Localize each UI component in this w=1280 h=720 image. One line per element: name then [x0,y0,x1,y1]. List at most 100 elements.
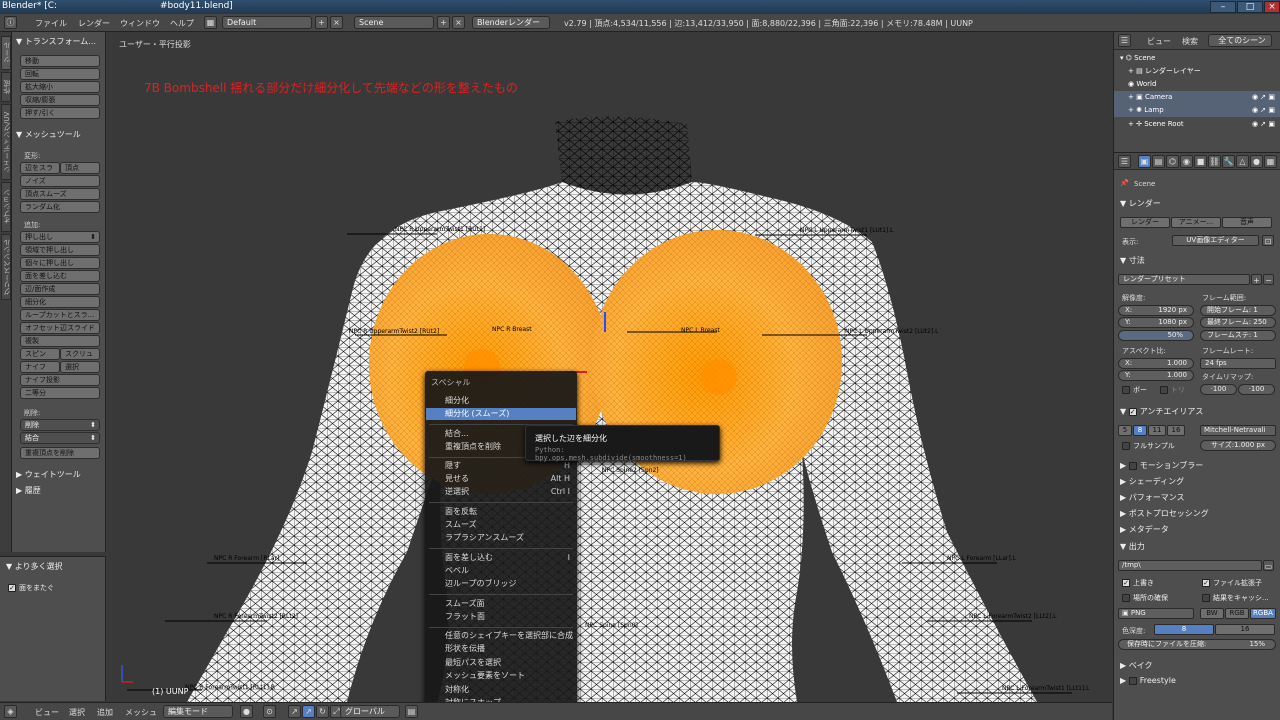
viewport-shading-icon[interactable]: ● [240,705,253,718]
rotate-button[interactable]: 回転 [20,68,100,80]
dimensions-panel-header[interactable]: ▼ 寸法 [1120,255,1145,266]
display-mode-selector[interactable]: UV画像エディター [1172,235,1259,246]
menu-mesh[interactable]: メッシュ [125,707,157,718]
shrink-fatten-button[interactable]: 収縮/膨張 [20,94,100,106]
menu-view[interactable]: ビュー [35,707,59,718]
knife-select-button[interactable]: 選択 [60,361,100,373]
push-pull-button[interactable]: 押す/引く [20,107,100,119]
scene-tab-icon[interactable]: ⌬ [1166,155,1179,168]
vertex-slide-button[interactable]: 頂点 [60,162,100,174]
frame-start-field[interactable]: 開始フレーム: 1 [1200,305,1276,316]
3d-viewport[interactable]: ユーザー・平行投影 7B Bombshell 揺れる部分だけ細分化して先端などの… [107,32,1112,702]
aa-samples-5[interactable]: 5 [1118,425,1132,436]
outliner-item-render-layers[interactable]: + ▤ レンダーレイヤー [1128,65,1201,78]
menu-item-flip-normals[interactable]: 面を反転 [426,506,576,518]
translate-button[interactable]: 移動 [20,55,100,67]
resolution-x-field[interactable]: X: 1920 px [1118,305,1194,316]
menu-file[interactable]: ファイル [35,18,67,29]
menu-item-symmetrize[interactable]: 対称化 [426,684,576,696]
freestyle-panel-header[interactable]: ▶ Freestyle [1120,676,1176,685]
menu-item-subdivide-smooth[interactable]: 細分化 (スムーズ) [426,408,576,420]
tab-create[interactable]: 作成 [1,72,11,102]
remap-new-field[interactable]: ·100 [1238,384,1275,395]
shading-panel-header[interactable]: ▶ シェーディング [1120,476,1184,487]
tab-options[interactable]: オプション [1,182,11,232]
extrude-dropdown[interactable]: 押し出し ⬍ [20,231,100,243]
properties-editor-icon[interactable]: ☰ [1118,155,1131,168]
resolution-percentage-slider[interactable]: 50% [1118,330,1194,341]
aa-samples-16[interactable]: 16 [1167,425,1185,436]
spin-button[interactable]: スピン [20,348,60,360]
menu-item-shade-smooth[interactable]: スムーズ面 [426,598,576,610]
edge-slide-button[interactable]: 辺をスラ [20,162,60,174]
outliner-item-camera[interactable]: + ▣ Camera ◉ ➚ ▣ [1114,91,1280,104]
menu-render[interactable]: レンダー [78,18,110,29]
knife-button[interactable]: ナイフ [20,361,60,373]
fps-selector[interactable]: 24 fps [1200,358,1276,369]
border-checkbox[interactable]: ボー [1122,385,1147,395]
screw-button[interactable]: スクリュ [60,348,100,360]
crop-checkbox[interactable]: トリ [1160,385,1185,395]
menu-item-shortest-path[interactable]: 最短パスを選択 [426,657,576,669]
motion-blur-panel-header[interactable]: ▶ モーションブラー [1120,460,1203,471]
smooth-vertex-button[interactable]: 頂点スムーズ [20,188,100,200]
make-edge-face-button[interactable]: 辺/面作成 [20,283,100,295]
aa-samples-8[interactable]: 8 [1133,425,1147,436]
outliner-menu-search[interactable]: 検索 [1182,36,1198,47]
frame-end-field[interactable]: 最終フレーム: 250 [1200,317,1276,328]
menu-item-sort-elements[interactable]: メッシュ要素をソート [426,670,576,682]
panel-mesh-tools-header[interactable]: ▼ メッシュツール [16,129,81,140]
color-mode-rgba[interactable]: RGBA [1250,608,1276,619]
loop-cut-slide-button[interactable]: ループカットとスラ... [20,309,100,321]
outliner-display-mode[interactable]: 全てのシーン [1208,34,1272,47]
aspect-x-field[interactable]: X: 1.000 [1118,358,1194,369]
render-layers-tab-icon[interactable]: ▤ [1152,155,1165,168]
visibility-eye-icon[interactable]: ◉ ➚ ▣ [1252,118,1275,131]
manipulator-icon[interactable]: ↗ [288,705,301,718]
duplicate-button[interactable]: 複製 [20,335,100,347]
scene-add-icon[interactable]: + [437,16,450,29]
outliner-item-scene-root[interactable]: + ✢ Scene Root ◉ ➚ ▣ [1128,118,1280,131]
rotate-manipulator-icon[interactable]: ↻ [316,705,329,718]
scene-remove-icon[interactable]: × [452,16,465,29]
preset-add-icon[interactable]: + [1251,274,1262,285]
menu-item-shape-propagate[interactable]: 形状を伝播 [426,643,576,655]
minimize-button[interactable]: – [1210,1,1236,13]
extrude-individual-button[interactable]: 個々に押し出し [20,257,100,269]
cache-result-checkbox[interactable]: 結果をキャッシ... [1202,593,1269,603]
scene-selector[interactable]: Scene [354,16,434,29]
outliner-item-lamp[interactable]: + ✺ Lamp ◉ ➚ ▣ [1114,104,1280,117]
menu-item-bevel[interactable]: ベベル [426,565,576,577]
visibility-eye-icon[interactable]: ◉ ➚ ▣ [1252,91,1275,104]
metadata-panel-header[interactable]: ▶ メタデータ [1120,524,1169,535]
modifiers-tab-icon[interactable]: 🔧 [1222,155,1235,168]
render-engine-selector[interactable]: Blenderレンダー [472,16,550,29]
menu-item-reveal[interactable]: 見せる Alt H [426,473,576,485]
merge-dropdown[interactable]: 結合 ⬍ [20,432,100,444]
layout-remove-icon[interactable]: × [330,16,343,29]
world-tab-icon[interactable]: ◉ [1180,155,1193,168]
color-depth-8[interactable]: 8 [1154,624,1214,635]
outliner-item-world[interactable]: ◉ World [1128,78,1156,91]
face-step-checkbox[interactable]: ✓ 面をまたぐ [8,583,54,593]
performance-panel-header[interactable]: ▶ パフォーマンス [1120,492,1185,503]
transform-orientation-selector[interactable]: グローバル [340,705,400,718]
tab-shading-uv[interactable]: シェーディング/UV [1,104,11,180]
pivot-icon[interactable]: ⊙ [263,705,276,718]
menu-item-bridge-edge-loops[interactable]: 辺ループのブリッジ [426,578,576,590]
layer-icon[interactable]: ▤ [405,705,418,718]
render-panel-header[interactable]: ▼ レンダー [1120,198,1161,209]
audio-button[interactable]: 音声 [1222,217,1272,228]
menu-item-smooth[interactable]: スムーズ [426,519,576,531]
subdivide-button[interactable]: 細分化 [20,296,100,308]
tab-grease-pencil[interactable]: グリースペンシル [1,234,11,300]
folder-icon[interactable]: ▭ [1263,560,1274,571]
render-preset-selector[interactable]: レンダープリセット [1118,274,1250,285]
outliner-editor-icon[interactable]: ☰ [1118,34,1131,47]
constraints-tab-icon[interactable]: ⛓ [1208,155,1221,168]
visibility-eye-icon[interactable]: ◉ ➚ ▣ [1252,104,1275,117]
output-path-field[interactable]: /tmp\ [1118,560,1262,571]
panel-history-header[interactable]: ▶ 履歴 [16,485,41,496]
menu-item-select-inverse[interactable]: 逆選択 Ctrl I [426,486,576,498]
menu-window[interactable]: ウィンドウ [120,18,160,29]
